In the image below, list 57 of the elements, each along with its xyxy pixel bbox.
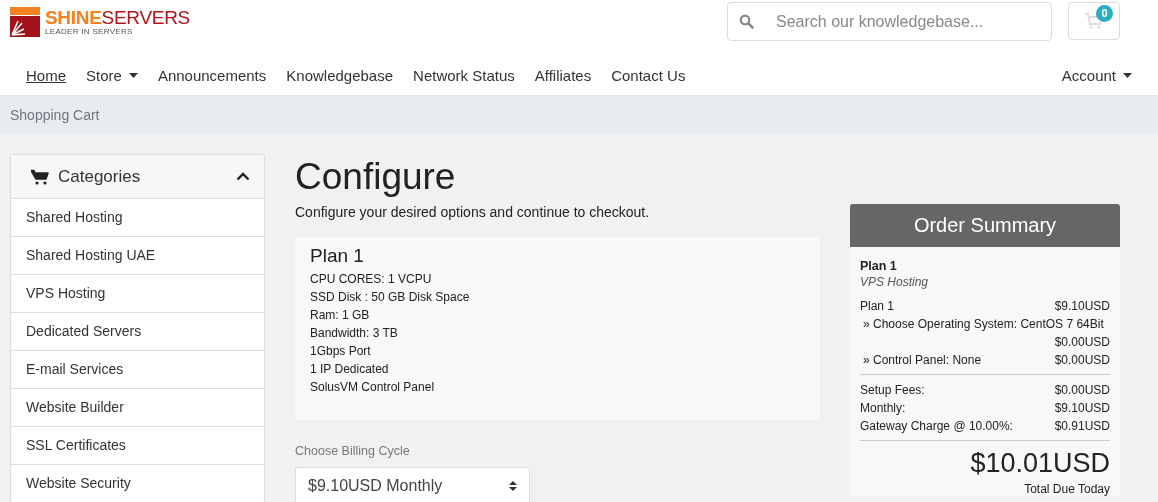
search-icon: [739, 14, 754, 29]
category-link[interactable]: Shared Hosting UAE: [11, 237, 264, 275]
page-title: Configure: [295, 156, 457, 198]
server-logo-icon: [10, 7, 42, 37]
logo-tagline: LEADER IN SERVERS: [45, 27, 134, 36]
cart-icon: [31, 168, 49, 185]
nav-link[interactable]: Affiliates: [524, 66, 602, 84]
plan-feature: CPU CORES: 1 VCPU: [310, 271, 433, 288]
category-link[interactable]: Dedicated Servers: [11, 313, 264, 351]
line-price: $9.10USD: [1054, 298, 1110, 315]
category-link[interactable]: SSL Certificates: [11, 427, 264, 465]
line-price: $0.00USD: [1054, 334, 1110, 351]
billing-cycle-select[interactable]: $9.10USD Monthly: [295, 467, 530, 502]
categories-header[interactable]: Categories: [11, 155, 264, 199]
sort-arrows-icon: [509, 480, 517, 492]
nav-link[interactable]: Knowledgebase: [276, 66, 404, 84]
plan-feature: SSD Disk : 50 GB Disk Space: [310, 289, 471, 306]
nav-link[interactable]: Announcements: [147, 66, 277, 84]
plan-name: Plan 1: [310, 245, 365, 267]
line-price: $0.91USD: [1054, 418, 1110, 435]
line-price: $0.00USD: [1054, 382, 1110, 399]
plan-feature: 1 IP Dedicated: [310, 361, 390, 378]
plan-feature: Bandwidth: 3 TB: [310, 325, 399, 342]
line-price: $0.00USD: [1054, 352, 1110, 369]
search-field[interactable]: Search our knowledgebase...: [727, 2, 1052, 41]
field-label: Choose Billing Cycle: [295, 444, 411, 458]
nav-link[interactable]: Contact Us: [601, 66, 696, 84]
line-label: Gateway Charge @ 10.00%:: [860, 418, 1013, 435]
total-amount: $10.01USD: [969, 447, 1110, 479]
account-menu[interactable]: Account: [1051, 66, 1142, 84]
total-label: Total Due Today: [1023, 482, 1110, 496]
nav-link[interactable]: Store: [76, 66, 148, 84]
line-label: Plan 1: [860, 298, 895, 315]
nav-link[interactable]: Home: [16, 66, 76, 84]
category-link[interactable]: VPS Hosting: [11, 275, 264, 313]
line-label: Setup Fees:: [860, 382, 925, 399]
option-label: » Choose Operating System: CentOS 7 64Bit: [862, 316, 1104, 333]
page-subtitle: Configure your desired options and continue to checkout.: [295, 204, 651, 220]
nav-link[interactable]: Network Status: [403, 66, 525, 84]
plan-feature: Ram: 1 GB: [310, 307, 371, 324]
category-link[interactable]: Shared Hosting: [11, 199, 264, 237]
plan-feature: SolusVM Control Panel: [310, 379, 436, 396]
line-price: $9.10USD: [1054, 400, 1110, 417]
category-link[interactable]: E-mail Services: [11, 351, 264, 389]
logo-wordmark[interactable]: SHINESERVERS: [45, 8, 190, 27]
categories-title: Categories: [58, 166, 142, 187]
order-summary-header: Order Summary: [850, 204, 1120, 247]
category-link[interactable]: Website Security: [11, 465, 264, 502]
cart-icon: [1085, 13, 1103, 29]
category-link[interactable]: Website Builder: [11, 389, 264, 427]
cart-count-badge: 0: [1096, 5, 1113, 22]
line-label: Monthly:: [860, 400, 906, 417]
option-label: » Control Panel: None: [862, 352, 982, 369]
plan-feature: 1Gbps Port: [310, 343, 372, 360]
product-name: Plan 1: [860, 259, 898, 273]
product-group: VPS Hosting: [860, 275, 1110, 289]
breadcrumb-text: Shopping Cart: [10, 106, 100, 123]
